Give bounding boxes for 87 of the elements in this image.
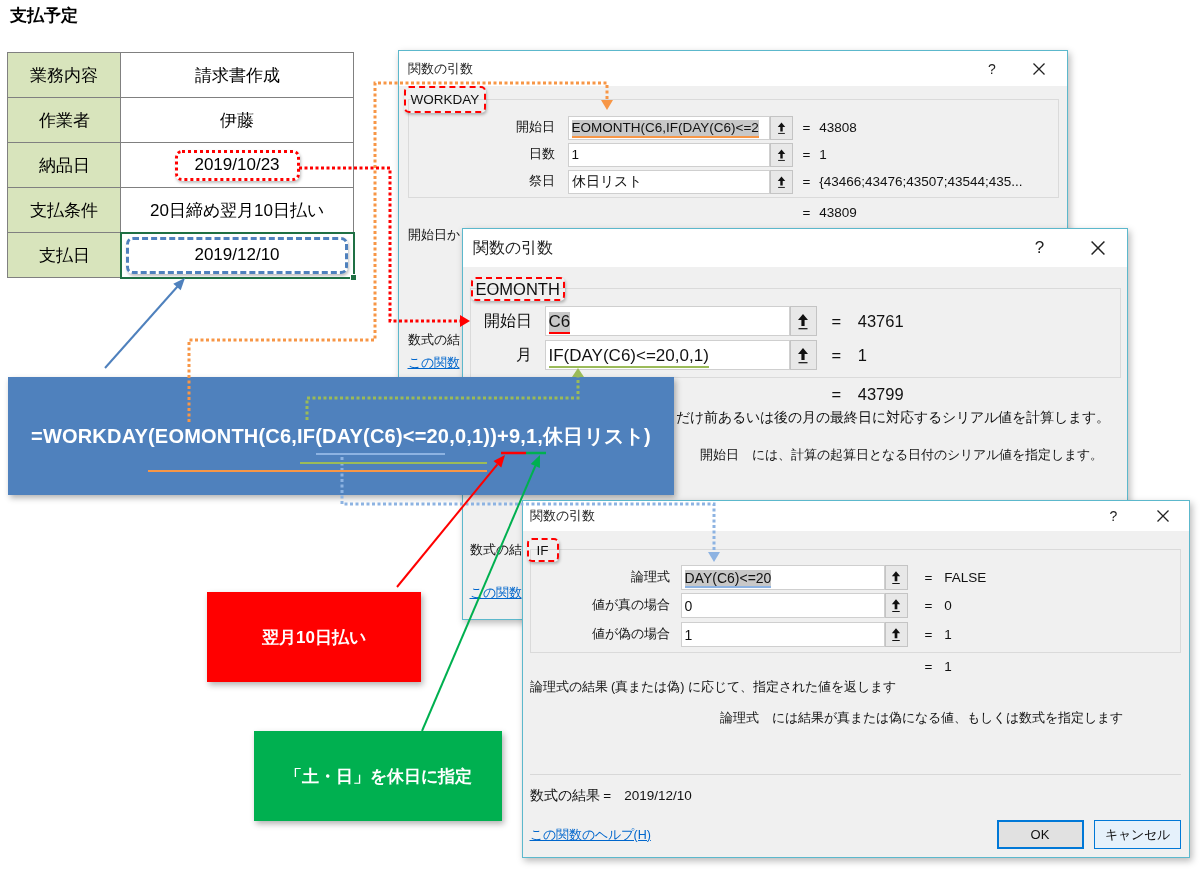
argument-help: 論理式 には結果が真または偽になる値、もしくは数式を指定します xyxy=(719,710,1123,727)
up-arrow-icon xyxy=(891,598,901,614)
function-description: だけ前あるいは後の月の最終日に対応するシリアル値を計算します。 xyxy=(675,409,1110,427)
highlight-frame: 2019/10/23 xyxy=(174,149,300,181)
argument-result: = 1 xyxy=(924,626,952,642)
help-button[interactable]: ? xyxy=(1032,238,1047,258)
close-icon[interactable] xyxy=(1033,62,1045,75)
fill-handle-icon[interactable] xyxy=(350,274,357,281)
input-field[interactable]: 1 xyxy=(680,621,885,647)
table-cell[interactable]: 2019/10/23 xyxy=(120,142,354,188)
cell-text: 20日締め翌月10日払い xyxy=(150,200,324,220)
argument-help: 開始日 には、計算の起算日となる日付のシリアル値を指定します。 xyxy=(699,446,1103,464)
range-button[interactable] xyxy=(789,306,817,336)
argument-label: 値が偽の場合 xyxy=(590,625,671,643)
up-arrow-icon xyxy=(776,120,786,135)
argument-result: = {43466;43476;43507;43544;435... xyxy=(802,174,1023,189)
up-arrow-icon xyxy=(797,346,809,364)
argument-label: 祭日 xyxy=(527,173,556,190)
function-name: EOMONTH xyxy=(470,277,565,301)
input-field[interactable]: 休日リスト xyxy=(567,169,770,194)
range-button[interactable] xyxy=(884,621,908,647)
function-result: = 43809 xyxy=(802,204,857,222)
function-description: 開始日か xyxy=(407,227,460,244)
up-arrow-icon xyxy=(797,312,809,330)
up-arrow-icon xyxy=(776,174,786,189)
argument-result: = 1 xyxy=(802,147,827,162)
argument-result: = 43761 xyxy=(831,311,904,331)
formula-result-label: 数式の結 xyxy=(407,332,460,349)
argument-label: 月 xyxy=(514,344,533,365)
input-field[interactable]: EOMONTH(C6,IF(DAY(C6)<=2 xyxy=(567,115,770,140)
up-arrow-icon xyxy=(891,569,901,585)
row-label-cell: 支払条件 xyxy=(7,187,121,233)
sheet-title: 支払予定 xyxy=(10,5,78,27)
argument-result: = 43808 xyxy=(802,120,857,135)
formula-result-label: 数式の結果 = xyxy=(529,787,612,805)
help-link[interactable]: この関数のヘルプ(H) xyxy=(529,825,651,844)
function-result: = 43799 xyxy=(831,384,904,404)
argument-label: 日数 xyxy=(527,146,556,163)
highlight-frame: 2019/12/10 xyxy=(126,236,348,274)
close-icon[interactable] xyxy=(1156,510,1169,522)
callout: 「土・日」を休日に指定 xyxy=(254,731,502,821)
function-result: = 1 xyxy=(924,658,952,676)
range-button[interactable] xyxy=(769,115,793,140)
argument-result: = FALSE xyxy=(924,569,987,585)
table-cell[interactable]: 2019/12/10 xyxy=(120,232,354,278)
range-button[interactable] xyxy=(769,142,793,167)
row-label-cell: 作業者 xyxy=(7,97,121,143)
cell-text: 伊藤 xyxy=(220,110,254,130)
argument-label: 値が真の場合 xyxy=(590,597,671,615)
formula-result-value: 2019/12/10 xyxy=(624,787,692,805)
argument-label: 開始日 xyxy=(482,310,533,331)
table-cell[interactable]: 伊藤 xyxy=(120,97,354,143)
table-cell[interactable]: 請求書作成 xyxy=(120,52,354,98)
function-name: IF xyxy=(526,538,559,562)
input-field[interactable]: 1 xyxy=(567,142,770,167)
table-cell[interactable]: 20日締め翌月10日払い xyxy=(120,187,354,233)
dialog-button[interactable]: キャンセル xyxy=(1093,820,1181,849)
input-field[interactable]: C6 xyxy=(544,306,790,336)
range-button[interactable] xyxy=(884,564,908,590)
function-description: 論理式の結果 (真または偽) に応じて、指定された値を返します xyxy=(529,679,896,696)
help-button[interactable]: ? xyxy=(1106,508,1121,524)
row-label-cell: 支払日 xyxy=(7,232,121,278)
range-button[interactable] xyxy=(769,169,793,194)
input-field[interactable]: 0 xyxy=(680,593,885,619)
argument-result: = 0 xyxy=(924,598,952,614)
cell-text: 請求書作成 xyxy=(194,65,280,85)
dialog-title: 関数の引数 xyxy=(407,59,474,78)
up-arrow-icon xyxy=(891,626,901,642)
range-button[interactable] xyxy=(884,593,908,619)
close-icon[interactable] xyxy=(1090,241,1105,255)
argument-result: = 1 xyxy=(831,345,867,365)
help-button[interactable]: ? xyxy=(985,60,999,77)
row-label-cell: 納品日 xyxy=(7,142,121,188)
help-link[interactable]: この関数 xyxy=(407,354,460,372)
function-name: WORKDAY xyxy=(403,86,487,113)
up-arrow-icon xyxy=(776,147,786,162)
argument-label: 開始日 xyxy=(514,119,556,136)
argument-label: 論理式 xyxy=(629,568,671,586)
input-field[interactable]: IF(DAY(C6)<=20,0,1) xyxy=(544,340,790,370)
formula-text: =WORKDAY(EOMONTH(C6,IF(DAY(C6)<=20,0,1))+9,1,休日リスト) xyxy=(31,423,651,449)
row-label-cell: 業務内容 xyxy=(7,52,121,98)
callout: 翌月10日払い xyxy=(207,592,421,682)
dialog-title: 関数の引数 xyxy=(472,237,554,258)
input-field[interactable]: DAY(C6)<=20 xyxy=(680,564,885,590)
dialog-button[interactable]: OK xyxy=(996,820,1084,849)
dialog-title: 関数の引数 xyxy=(529,507,596,525)
range-button[interactable] xyxy=(789,340,817,370)
